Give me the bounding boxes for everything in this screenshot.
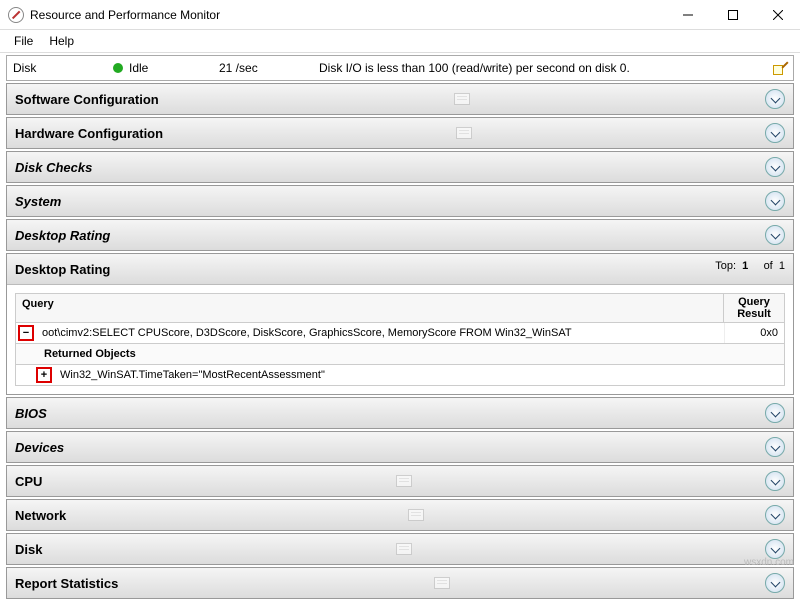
status-description: Disk I/O is less than 100 (read/write) p… [319,61,769,75]
top-counter: Top: 1 of 1 [715,260,785,278]
disk-status-row: Disk Idle 21 /sec Disk I/O is less than … [6,55,794,81]
section-system[interactable]: System [6,185,794,217]
section-title: Disk Checks [15,160,92,175]
chevron-down-icon[interactable] [765,403,785,423]
section-title: BIOS [15,406,47,421]
window-title: Resource and Performance Monitor [30,8,665,22]
section-hardware-configuration[interactable]: Hardware Configuration [6,117,794,149]
table-icon [396,543,412,555]
menubar: File Help [0,30,800,53]
table-icon [396,475,412,487]
table-icon [456,127,472,139]
menu-help[interactable]: Help [41,32,82,50]
chevron-down-icon[interactable] [765,505,785,525]
section-title: Hardware Configuration [15,126,163,141]
edit-icon[interactable] [773,61,787,75]
section-title: Network [15,508,66,523]
query-header: Query [16,294,724,322]
table-icon [454,93,470,105]
section-software-configuration[interactable]: Software Configuration [6,83,794,115]
section-devices[interactable]: Devices [6,431,794,463]
section-title: CPU [15,474,42,489]
close-button[interactable] [755,0,800,30]
section-disk[interactable]: Disk [6,533,794,565]
query-header-row: Query Query Result [15,293,785,323]
minimize-button[interactable] [665,0,710,30]
window-controls [665,0,800,30]
maximize-button[interactable] [710,0,755,30]
chevron-down-icon[interactable] [765,123,785,143]
section-bios[interactable]: BIOS [6,397,794,429]
section-title: Devices [15,440,64,455]
section-desktop-rating-open: Desktop Rating Top: 1 of 1 Query Query R… [6,253,794,395]
chevron-down-icon[interactable] [765,437,785,457]
section-title: Report Statistics [15,576,118,591]
section-cpu[interactable]: CPU [6,465,794,497]
query-row: − oot\cimv2:SELECT CPUScore, D3DScore, D… [15,323,785,344]
status-rate: 21 /sec [219,61,319,75]
returned-objects-header: Returned Objects [15,344,785,365]
collapse-icon[interactable]: − [18,325,34,341]
section-body: Query Query Result − oot\cimv2:SELECT CP… [7,284,793,394]
chevron-down-icon[interactable] [765,573,785,593]
app-icon [8,7,24,23]
query-result: 0x0 [724,323,784,343]
titlebar: Resource and Performance Monitor [0,0,800,30]
returned-object-text: Win32_WinSAT.TimeTaken="MostRecentAssess… [54,365,784,385]
section-title: Desktop Rating [15,262,110,277]
status-state: Idle [129,61,219,75]
section-network[interactable]: Network [6,499,794,531]
expand-icon[interactable]: + [36,367,52,383]
menu-file[interactable]: File [6,32,41,50]
chevron-down-icon[interactable] [765,191,785,211]
table-icon [408,509,424,521]
chevron-down-icon[interactable] [765,471,785,491]
query-text: oot\cimv2:SELECT CPUScore, D3DScore, Dis… [36,323,724,343]
chevron-down-icon[interactable] [765,225,785,245]
chevron-down-icon[interactable] [765,89,785,109]
section-title: Disk [15,542,42,557]
chevron-down-icon[interactable] [765,157,785,177]
section-title: System [15,194,61,209]
status-label: Disk [13,61,113,75]
section-disk-checks[interactable]: Disk Checks [6,151,794,183]
table-icon [434,577,450,589]
status-indicator-icon [113,63,123,73]
query-result-header: Query Result [724,294,784,322]
section-header[interactable]: Desktop Rating Top: 1 of 1 [7,254,793,284]
section-title: Desktop Rating [15,228,110,243]
section-title: Software Configuration [15,92,159,107]
returned-object-row: + Win32_WinSAT.TimeTaken="MostRecentAsse… [15,365,785,386]
section-desktop-rating-collapsed[interactable]: Desktop Rating [6,219,794,251]
watermark: wsxdn.com [744,557,794,568]
